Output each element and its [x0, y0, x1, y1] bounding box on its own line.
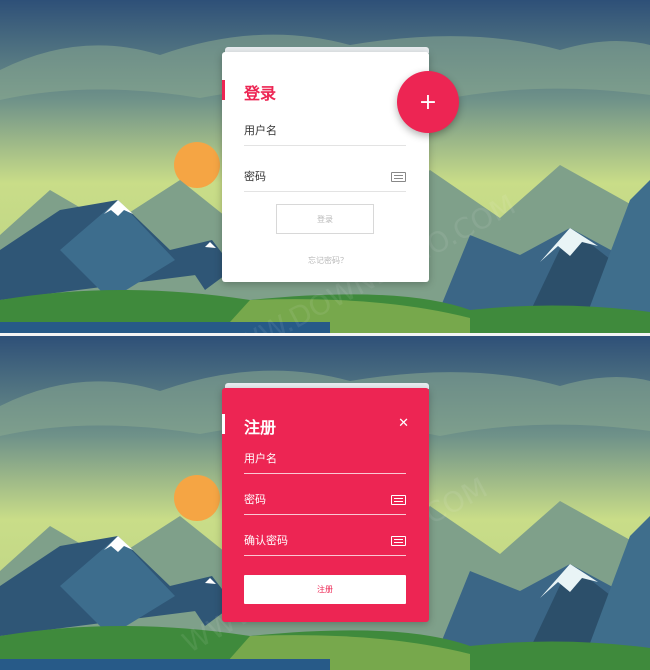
title-accent-bar [222, 414, 225, 434]
password-field[interactable]: 密码 [244, 158, 406, 192]
register-panel: WWW.DOWNDEMO.COM 注册 ✕ 用户名 密码 确认密码 注册 [0, 336, 650, 670]
password-field[interactable]: 密码 [244, 481, 406, 515]
keyboard-icon[interactable] [391, 495, 406, 505]
keyboard-icon[interactable] [391, 172, 406, 182]
login-title: 登录 [244, 84, 277, 103]
confirm-password-label: 确认密码 [244, 534, 288, 547]
plus-icon: + [418, 89, 438, 115]
username-label: 用户名 [244, 124, 277, 137]
open-register-button[interactable]: + [397, 71, 459, 133]
register-title: 注册 [244, 418, 277, 437]
login-button[interactable]: 登录 [276, 204, 374, 234]
register-button[interactable]: 注册 [244, 575, 406, 604]
forgot-password-link[interactable]: 忘记密码？ [308, 255, 348, 266]
password-label: 密码 [244, 493, 266, 506]
title-accent-bar [222, 80, 225, 100]
confirm-password-field[interactable]: 确认密码 [244, 522, 406, 556]
username-field[interactable]: 用户名 [244, 112, 406, 146]
password-label: 密码 [244, 170, 266, 183]
username-label: 用户名 [244, 452, 277, 465]
login-card: 登录 用户名 密码 登录 忘记密码？ [222, 52, 429, 282]
keyboard-icon[interactable] [391, 536, 406, 546]
login-panel: WWW.DOWNDEMO.COM 登录 用户名 密码 登录 忘记密码？ + [0, 0, 650, 333]
username-field[interactable]: 用户名 [244, 440, 406, 474]
register-card: 注册 ✕ 用户名 密码 确认密码 注册 [222, 388, 429, 622]
close-icon[interactable]: ✕ [398, 416, 409, 431]
